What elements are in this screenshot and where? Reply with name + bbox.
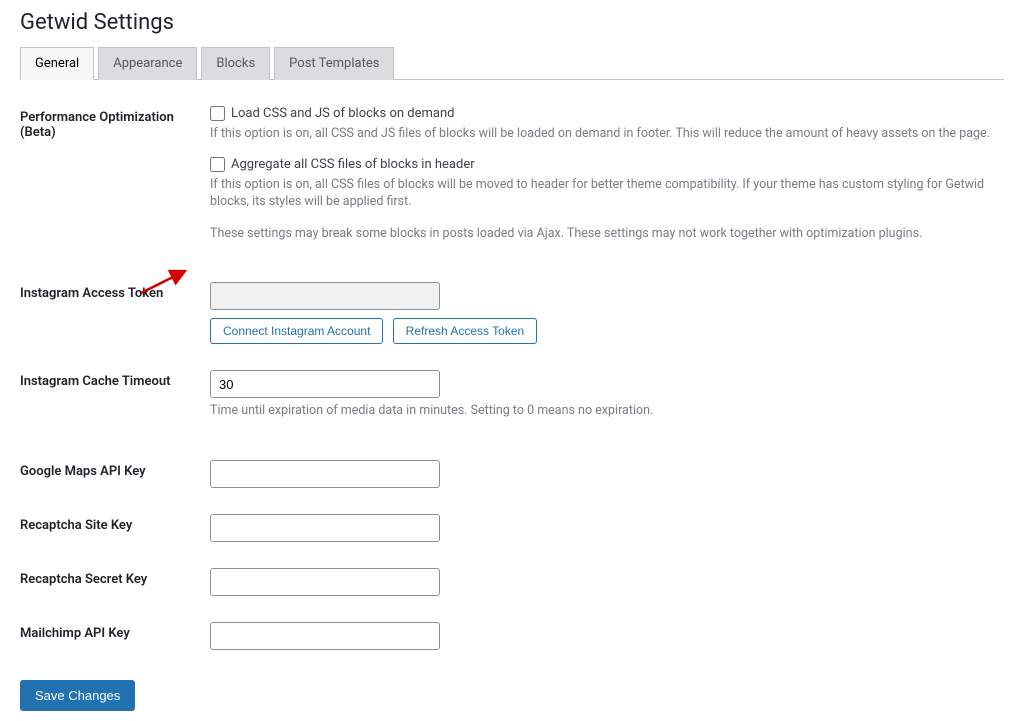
instagram-cache-desc: Time until expiration of media data in m… xyxy=(210,402,994,420)
instagram-cache-label: Instagram Cache Timeout xyxy=(20,364,210,454)
recaptcha-site-input[interactable] xyxy=(210,514,440,542)
perf-optimization-label: Performance Optimization (Beta) xyxy=(20,100,210,276)
tab-general[interactable]: General xyxy=(20,47,94,80)
mailchimp-key-label: Mailchimp API Key xyxy=(20,616,210,670)
gmaps-key-input[interactable] xyxy=(210,460,440,488)
aggregate-css-label: Aggregate all CSS files of blocks in hea… xyxy=(231,157,475,172)
instagram-cache-cell: Time until expiration of media data in m… xyxy=(210,364,1004,454)
gmaps-key-label: Google Maps API Key xyxy=(20,454,210,508)
recaptcha-secret-input[interactable] xyxy=(210,568,440,596)
instagram-token-input[interactable] xyxy=(210,282,440,310)
connect-instagram-button[interactable]: Connect Instagram Account xyxy=(210,318,383,344)
instagram-cache-input[interactable] xyxy=(210,370,440,398)
aggregate-css-desc: If this option is on, all CSS files of b… xyxy=(210,176,994,211)
settings-tabs: General Appearance Blocks Post Templates xyxy=(20,47,1004,80)
save-changes-button[interactable]: Save Changes xyxy=(20,680,135,711)
tab-appearance[interactable]: Appearance xyxy=(98,47,197,80)
recaptcha-site-label: Recaptcha Site Key xyxy=(20,508,210,562)
perf-warning: These settings may break some blocks in … xyxy=(210,225,994,243)
instagram-token-cell: Connect Instagram Account Refresh Access… xyxy=(210,276,1004,364)
perf-optimization-cell: Load CSS and JS of blocks on demand If t… xyxy=(210,100,1004,276)
load-on-demand-label: Load CSS and JS of blocks on demand xyxy=(231,106,454,121)
mailchimp-key-input[interactable] xyxy=(210,622,440,650)
load-on-demand-checkbox[interactable] xyxy=(210,106,225,121)
load-on-demand-desc: If this option is on, all CSS and JS fil… xyxy=(210,125,994,143)
instagram-token-label: Instagram Access Token xyxy=(20,276,210,364)
page-title: Getwid Settings xyxy=(20,10,1004,35)
tab-blocks[interactable]: Blocks xyxy=(201,47,270,80)
refresh-token-button[interactable]: Refresh Access Token xyxy=(393,318,538,344)
tab-post-templates[interactable]: Post Templates xyxy=(274,47,394,80)
recaptcha-secret-label: Recaptcha Secret Key xyxy=(20,562,210,616)
aggregate-css-checkbox[interactable] xyxy=(210,157,225,172)
